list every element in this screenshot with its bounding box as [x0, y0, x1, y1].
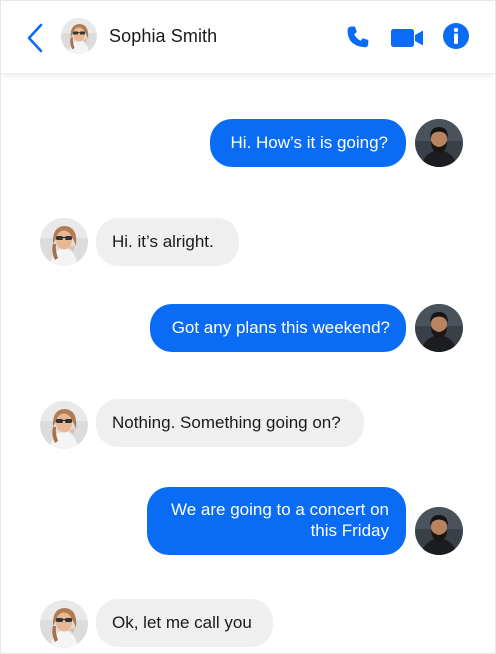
message-text: Hi. How’s it is going? [230, 133, 388, 152]
message-bubble-outgoing[interactable]: Got any plans this weekend? [150, 304, 406, 352]
video-camera-icon [391, 29, 423, 47]
message-text: Ok, let me call you [112, 613, 252, 632]
message-bubble-outgoing[interactable]: Hi. How’s it is going? [210, 119, 406, 167]
message-text: Nothing. Something going on? [112, 413, 341, 432]
contact-avatar[interactable] [40, 218, 88, 266]
info-icon [443, 23, 469, 49]
video-call-button[interactable] [390, 24, 426, 52]
phone-icon [347, 26, 369, 48]
contact-avatar[interactable] [40, 401, 88, 449]
contact-avatar[interactable] [61, 18, 97, 54]
chevron-left-icon [27, 23, 43, 53]
call-button[interactable] [344, 23, 372, 51]
contact-avatar[interactable] [40, 600, 88, 648]
chat-header: Sophia Smith [1, 1, 495, 73]
message-text: Got any plans this weekend? [171, 318, 390, 337]
message-text: Hi. it’s alright. [112, 232, 214, 251]
contact-name: Sophia Smith [109, 26, 218, 46]
back-button[interactable] [23, 21, 49, 55]
info-button[interactable] [442, 22, 470, 50]
my-avatar[interactable] [415, 119, 463, 167]
message-bubble-incoming[interactable]: Hi. it’s alright. [96, 218, 239, 266]
my-avatar[interactable] [415, 507, 463, 555]
chat-window: Sophia Smith Hi. How’s it is going? Hi. … [0, 0, 496, 654]
my-avatar[interactable] [415, 304, 463, 352]
message-bubble-outgoing[interactable]: We are going to a concert on this Friday [147, 487, 406, 555]
message-bubble-incoming[interactable]: Ok, let me call you [96, 599, 273, 647]
message-bubble-incoming[interactable]: Nothing. Something going on? [96, 399, 364, 447]
message-text: We are going to a concert on this Friday [171, 500, 389, 540]
